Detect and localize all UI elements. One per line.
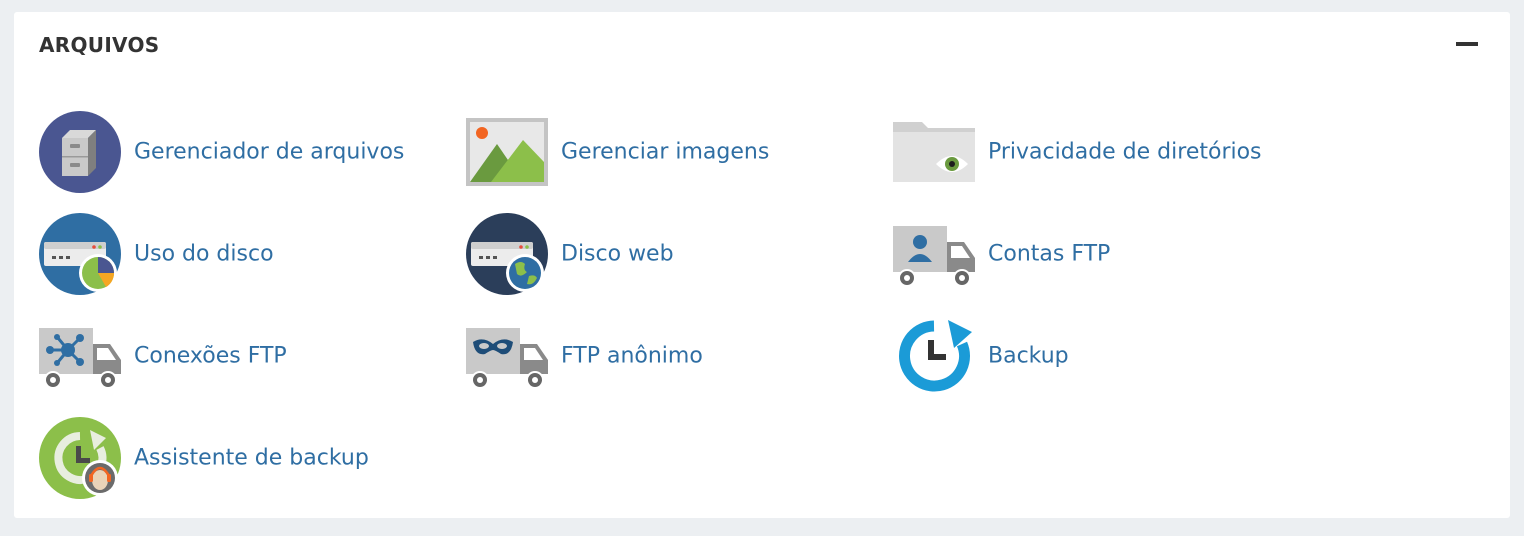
backup-wizard-label: Assistente de backup	[134, 445, 369, 471]
files-panel: ARQUIVOS Gerenciador de arquivos Gerenci…	[14, 12, 1510, 518]
ftp-accounts-label: Contas FTP	[988, 241, 1111, 267]
file-manager-label: Gerenciador de arquivos	[134, 139, 405, 165]
directory-privacy-icon	[892, 110, 976, 194]
ftp-accounts-link[interactable]: Contas FTP	[892, 212, 1152, 296]
images-label: Gerenciar imagens	[561, 139, 770, 165]
disk-usage-label: Uso do disco	[134, 241, 274, 267]
ftp-connections-link[interactable]: Conexões FTP	[38, 314, 338, 398]
disk-usage-icon	[38, 212, 122, 296]
web-disk-label: Disco web	[561, 241, 674, 267]
backup-link[interactable]: Backup	[892, 314, 1112, 398]
anonymous-ftp-icon	[465, 314, 549, 398]
web-disk-icon	[465, 212, 549, 296]
ftp-connections-icon	[38, 314, 122, 398]
ftp-accounts-icon	[892, 212, 976, 296]
anonymous-ftp-label: FTP anônimo	[561, 343, 703, 369]
file-manager-icon	[38, 110, 122, 194]
collapse-button[interactable]	[1455, 34, 1479, 54]
directory-privacy-link[interactable]: Privacidade de diretórios	[892, 110, 1312, 194]
disk-usage-link[interactable]: Uso do disco	[38, 212, 338, 296]
ftp-connections-label: Conexões FTP	[134, 343, 287, 369]
anonymous-ftp-link[interactable]: FTP anônimo	[465, 314, 765, 398]
minus-icon	[1456, 42, 1478, 46]
file-manager-link[interactable]: Gerenciador de arquivos	[38, 110, 458, 194]
section-title: ARQUIVOS	[39, 33, 160, 57]
web-disk-link[interactable]: Disco web	[465, 212, 725, 296]
backup-icon	[892, 314, 976, 398]
directory-privacy-label: Privacidade de diretórios	[988, 139, 1262, 165]
backup-wizard-icon	[38, 416, 122, 500]
backup-label: Backup	[988, 343, 1069, 369]
images-icon	[465, 110, 549, 194]
backup-wizard-link[interactable]: Assistente de backup	[38, 416, 398, 500]
images-link[interactable]: Gerenciar imagens	[465, 110, 805, 194]
